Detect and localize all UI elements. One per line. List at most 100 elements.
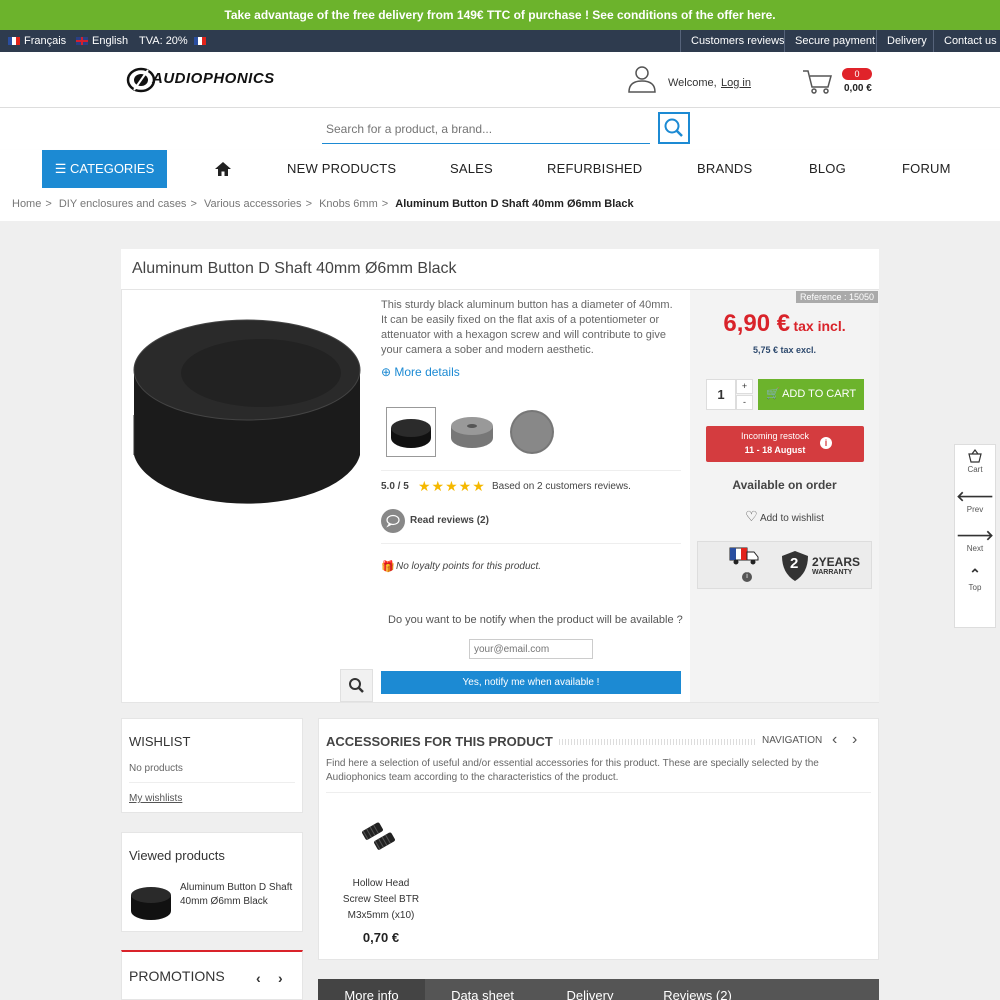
arrow-right-icon: 🡒 [956,527,994,543]
basket-icon [968,449,982,463]
uk-flag-icon [76,37,88,45]
accessory-image[interactable] [355,814,405,854]
restock-dates: 11 - 18 August [744,445,806,455]
delivery-info-icon[interactable]: i [742,572,752,582]
breadcrumb-current: Aluminum Button D Shaft 40mm Ø6mm Black [395,198,634,210]
price-suffix: tax incl. [793,318,846,334]
arrow-left-icon: 🡐 [956,488,994,504]
link-delivery[interactable]: Delivery [876,30,927,52]
cart-count-badge: 0 [842,68,872,80]
sidetool-next[interactable]: 🡒 Next [955,527,995,553]
product-description: This sturdy black aluminum button has a … [381,299,673,356]
product-main-image[interactable] [131,315,363,515]
breadcrumb-various-accessories[interactable]: Various accessories [204,198,302,210]
link-customer-reviews[interactable]: Customers reviews [680,30,785,52]
divider [326,792,871,793]
chevron-left-icon[interactable]: ‹ [832,731,837,749]
gift-icon: 🎁 [381,561,395,573]
thumbnail-3[interactable] [507,407,557,457]
quantity-plus[interactable]: + [736,379,753,394]
notify-email-input[interactable] [469,639,593,659]
search-icon [664,118,683,137]
search-input[interactable] [322,114,650,144]
speech-bubble-icon[interactable] [381,509,405,533]
site-logo[interactable]: AUDIOPHONICS [126,66,291,94]
tab-data-sheet[interactable]: Data sheet [425,979,540,1000]
accessory-price: 0,70 € [362,930,400,945]
divider [129,782,295,783]
nav-forum[interactable]: FORUM [902,150,951,188]
price-excl-tax: 5,75 € tax excl. [752,345,817,355]
nav-brands[interactable]: BRANDS [697,150,752,188]
main-navigation: ☰ CATEGORIES NEW PRODUCTS SALES REFURBIS… [0,150,1000,188]
add-to-cart-button[interactable]: 🛒 ADD TO CART [758,379,864,410]
rating-stars: ★★★★★ [418,478,486,494]
divider [381,543,681,544]
home-icon[interactable] [215,162,231,176]
cart-plus-icon: 🛒 [765,388,783,400]
promo-prev-icon[interactable]: ‹ [256,970,261,986]
nav-blog[interactable]: BLOG [809,150,846,188]
tab-more-info[interactable]: More info [318,979,425,1000]
viewed-product-name[interactable]: Aluminum Button D Shaft 40mm Ø6mm Black [180,881,300,909]
lang-english[interactable]: English [76,30,128,52]
link-contact-us[interactable]: Contact us [933,30,997,52]
more-details-link[interactable]: ⊕ More details [381,365,460,379]
accessories-title: ACCESSORIES FOR THIS PRODUCT [326,734,553,749]
promo-next-icon[interactable]: › [278,970,283,986]
site-header: AUDIOPHONICS Welcome, Log in 0 0,00 € [0,52,1000,108]
link-secure-payment[interactable]: Secure payment [784,30,875,52]
chevron-right-icon[interactable]: › [852,731,857,749]
tab-delivery[interactable]: Delivery [540,979,640,1000]
restock-box: Incoming restock 11 - 18 August i [706,426,864,462]
sidetool-prev[interactable]: 🡐 Prev [955,488,995,514]
warranty-word: WARRANTY [812,569,853,576]
breadcrumb-home[interactable]: Home [12,198,41,210]
plus-circle-icon: ⊕ [381,365,395,379]
guarantees-box: i 2 2YEARS WARRANTY [697,541,872,589]
breadcrumb-diy-enclosures[interactable]: DIY enclosures and cases [59,198,187,210]
france-flag-icon [193,37,206,45]
welcome-text: Welcome, [668,77,717,89]
cart-icon[interactable] [802,69,832,95]
promotions-block: PROMOTIONS ‹ › [121,950,303,1000]
tab-reviews[interactable]: Reviews (2) [640,979,755,1000]
accessory-name[interactable]: Hollow Head Screw Steel BTR M3x5mm (x10) [339,876,423,924]
lang-french[interactable]: Français [8,30,66,52]
nav-refurbished[interactable]: REFURBISHED [547,150,642,188]
wishlist-empty: No products [129,763,183,774]
categories-button[interactable]: ☰ CATEGORIES [42,150,167,188]
zoom-button[interactable] [340,669,373,702]
login-link[interactable]: Log in [721,77,751,89]
search-button[interactable] [658,112,690,144]
quantity-minus[interactable]: - [736,395,753,410]
my-wishlists-link[interactable]: My wishlists [129,793,182,804]
user-icon[interactable] [627,65,657,93]
add-to-wishlist[interactable]: ♡ Add to wishlist [690,508,879,525]
breadcrumb: Home > DIY enclosures and cases > Various … [0,188,1000,221]
free-delivery-banner[interactable]: Take advantage of the free delivery from… [0,0,1000,30]
cart-total[interactable]: 0,00 € [844,83,872,94]
menu-icon: ☰ [54,161,70,176]
nav-sales[interactable]: SALES [450,150,493,188]
sidetool-cart[interactable]: Cart [955,449,995,474]
notify-button[interactable]: Yes, notify me when available ! [381,671,681,694]
read-reviews-link[interactable]: Read reviews (2) [410,515,489,526]
nav-new-products[interactable]: NEW PRODUCTS [287,150,396,188]
chevron-up-icon: ⌃ [969,566,981,582]
warranty-years: 2YEARS [812,555,861,569]
thumbnail-1[interactable] [386,407,436,457]
logo-text: AUDIOPHONICS [152,70,275,87]
sidetool-top[interactable]: ⌃ Top [955,566,995,592]
notify-question: Do you want to be notify when the produc… [388,614,683,626]
thumbnail-2[interactable] [447,407,497,457]
quantity-input[interactable]: 1 [706,379,736,410]
wishlist-title: WISHLIST [129,734,191,749]
warranty-number: 2 [790,555,799,572]
viewed-product-image[interactable] [129,883,173,923]
vat-selector[interactable]: TVA: 20% [139,30,206,52]
info-icon[interactable]: i [820,437,832,449]
breadcrumb-knobs[interactable]: Knobs 6mm [319,198,378,210]
dotted-separator [559,739,757,745]
reference-badge: Reference : 15050 [796,291,879,303]
